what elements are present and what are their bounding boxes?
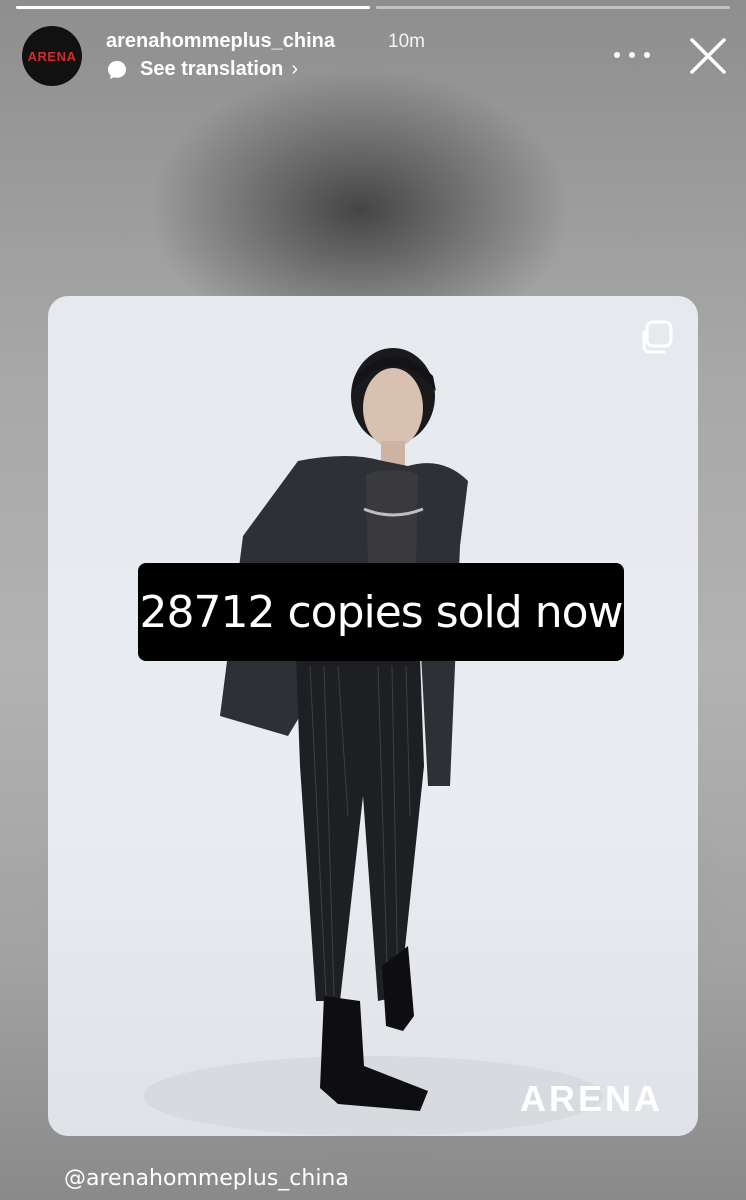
more-icon[interactable] [614,44,650,66]
avatar-logo-text: ARENA [27,48,77,64]
username[interactable]: arenahommeplus_china [106,30,335,53]
chat-bubble-icon [108,60,126,79]
chevron-right-icon: › [291,58,299,80]
story-progress-bar [16,6,730,9]
text-sticker[interactable]: 28712 copies sold now [138,563,624,661]
see-translation-label: See translation [140,58,284,80]
brand-logo-text: ARENA [520,1078,664,1119]
progress-segment [16,6,370,9]
progress-segment [376,6,730,9]
avatar[interactable]: ARENA [22,26,82,86]
post-photo [143,348,603,1136]
time-ago: 10m [388,31,425,52]
shared-post-card[interactable]: ARENA [48,296,698,1136]
multiple-posts-icon [642,320,673,354]
mention-link[interactable]: @arenahommeplus_china [64,1166,349,1191]
close-icon[interactable] [688,36,728,76]
see-translation-button[interactable]: See translation › [106,58,298,81]
